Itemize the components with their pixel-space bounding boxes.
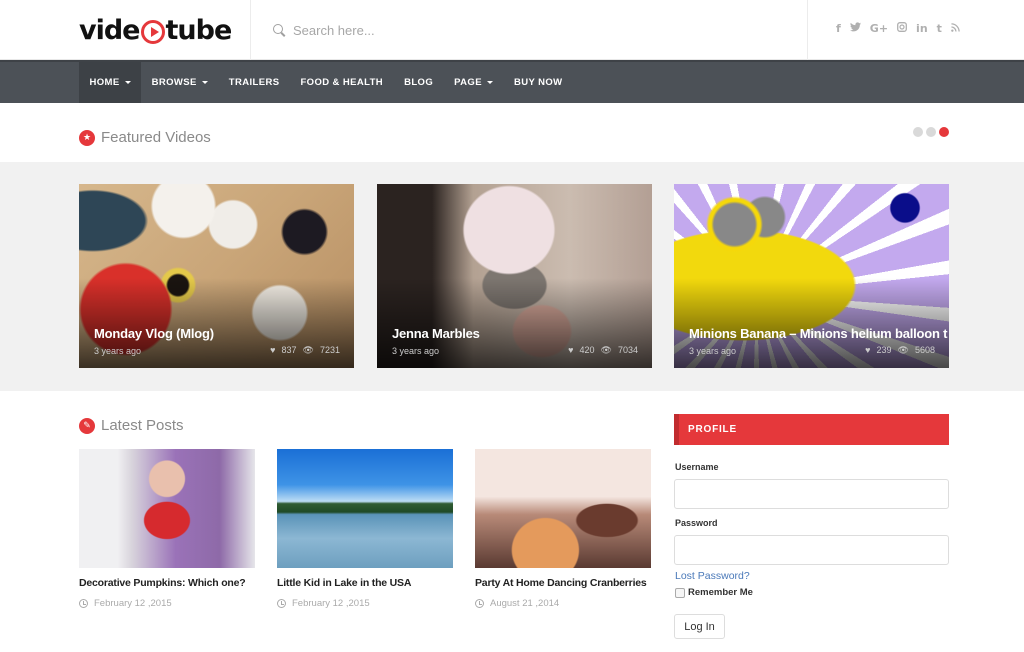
remember-me: Remember Me <box>675 587 753 598</box>
heart-icon: ♥ <box>568 345 574 355</box>
search-input[interactable] <box>293 22 773 38</box>
instagram-icon[interactable] <box>897 22 907 35</box>
post-date: February 12 ,2015 <box>79 598 255 609</box>
post-item[interactable]: Little Kid in Lake in the USA February 1… <box>277 449 453 609</box>
caret-down-icon <box>486 81 493 84</box>
latest-posts-heading: ✎ Latest Posts <box>79 417 184 434</box>
nav-item-food-health[interactable]: FOOD & HEALTH <box>290 62 394 103</box>
nav-label: FOOD & HEALTH <box>300 77 384 88</box>
video-card[interactable]: Minions Banana – Minions helium balloon … <box>674 184 949 368</box>
search-icon <box>273 23 286 37</box>
caret-down-icon <box>124 81 131 84</box>
like-count: 239 <box>876 345 892 355</box>
video-stats: ♥ 239 👁 5608 <box>865 345 935 356</box>
social-links: f G+ in t <box>836 22 960 35</box>
nav-label: TRAILERS <box>228 77 280 88</box>
video-card[interactable]: Monday Vlog (Mlog) 3 years ago ♥ 837 👁 723… <box>79 184 354 368</box>
slider-dot-3[interactable] <box>939 127 949 137</box>
password-input[interactable] <box>674 535 949 565</box>
nav-label: BUY NOW <box>513 77 563 88</box>
heart-icon: ♥ <box>270 345 276 355</box>
like-count: 420 <box>579 345 595 355</box>
tumblr-icon[interactable]: t <box>937 22 942 35</box>
nav-item-trailers[interactable]: TRAILERS <box>218 62 290 103</box>
nav-item-page[interactable]: PAGE <box>444 62 504 103</box>
like-count: 837 <box>281 345 297 355</box>
lost-password-link[interactable]: Lost Password? <box>675 570 750 582</box>
video-stats: ♥ 420 👁 7034 <box>568 345 638 356</box>
slider-dot-1[interactable] <box>913 127 923 137</box>
google-plus-icon[interactable]: G+ <box>870 22 888 35</box>
nav-item-blog[interactable]: BLOG <box>394 62 444 103</box>
logo-text-right: tube <box>165 14 233 46</box>
nav-item-buy-now[interactable]: BUY NOW <box>503 62 573 103</box>
nav-item-browse[interactable]: BROWSE <box>141 62 218 103</box>
twitter-icon[interactable] <box>849 22 861 35</box>
profile-heading-text: PROFILE <box>688 424 737 435</box>
username-label: Username <box>675 462 719 472</box>
pencil-icon: ✎ <box>79 417 95 434</box>
rss-icon[interactable] <box>951 22 960 35</box>
username-input[interactable] <box>674 479 949 509</box>
post-date-text: February 12 ,2015 <box>94 598 172 609</box>
facebook-icon[interactable]: f <box>836 22 841 35</box>
post-date: August 21 ,2014 <box>475 598 651 609</box>
video-age: 3 years ago <box>689 346 737 356</box>
logo-text-left: vide <box>79 14 140 46</box>
post-thumbnail[interactable] <box>79 449 255 568</box>
post-date: February 12 ,2015 <box>277 598 453 609</box>
slider-dot-2[interactable] <box>926 127 936 137</box>
post-date-text: August 21 ,2014 <box>490 598 560 609</box>
view-count: 7231 <box>319 345 340 355</box>
site-header: vide tube f G+ in t <box>0 0 1024 60</box>
nav-item-home[interactable]: HOME <box>79 62 142 103</box>
password-label: Password <box>675 518 718 528</box>
video-card[interactable]: Jenna Marbles 3 years ago ♥ 420 👁 7034 <box>377 184 652 368</box>
post-title[interactable]: Little Kid in Lake in the USA <box>277 577 453 589</box>
slider-pagination <box>913 127 949 137</box>
linkedin-icon[interactable]: in <box>916 22 928 35</box>
video-age: 3 years ago <box>94 346 142 356</box>
video-title[interactable]: Jenna Marbles <box>392 326 480 341</box>
profile-widget-heading: PROFILE <box>674 414 949 445</box>
main-nav: HOME BROWSE TRAILERS FOOD & HEALTH BLOG … <box>0 60 1024 103</box>
post-title[interactable]: Party At Home Dancing Cranberries <box>475 577 651 589</box>
featured-title-text: Featured Videos <box>101 129 211 146</box>
heart-icon: ♥ <box>865 345 871 355</box>
clock-icon <box>277 599 286 608</box>
clock-icon <box>475 599 484 608</box>
video-title[interactable]: Monday Vlog (Mlog) <box>94 326 214 341</box>
nav-label: HOME <box>89 77 120 88</box>
remember-me-checkbox[interactable] <box>675 587 685 598</box>
eye-icon: 👁 <box>600 345 612 355</box>
nav-label: BROWSE <box>151 77 197 88</box>
post-thumbnail[interactable] <box>475 449 651 568</box>
play-icon <box>140 19 165 44</box>
post-item[interactable]: Decorative Pumpkins: Which one? February… <box>79 449 255 609</box>
video-age: 3 years ago <box>392 346 440 356</box>
login-button[interactable]: Log In <box>674 614 725 639</box>
featured-videos-section: Monday Vlog (Mlog) 3 years ago ♥ 837 👁 723… <box>0 162 1024 391</box>
view-count: 7034 <box>617 345 638 355</box>
clock-icon <box>79 599 88 608</box>
latest-title-text: Latest Posts <box>101 417 184 434</box>
star-icon: ★ <box>79 129 95 146</box>
post-date-text: February 12 ,2015 <box>292 598 370 609</box>
site-logo[interactable]: vide tube <box>79 13 233 47</box>
search-bar <box>250 0 808 60</box>
view-count: 5608 <box>914 345 935 355</box>
post-thumbnail[interactable] <box>277 449 453 568</box>
video-stats: ♥ 837 👁 7231 <box>270 345 340 356</box>
featured-videos-heading: ★ Featured Videos <box>79 129 211 146</box>
remember-me-label[interactable]: Remember Me <box>688 587 753 598</box>
eye-icon: 👁 <box>302 345 314 355</box>
video-title[interactable]: Minions Banana – Minions helium balloon … <box>689 326 948 341</box>
nav-label: BLOG <box>404 77 434 88</box>
nav-label: PAGE <box>454 77 482 88</box>
caret-down-icon <box>201 81 208 84</box>
eye-icon: 👁 <box>897 345 909 355</box>
post-item[interactable]: Party At Home Dancing Cranberries August… <box>475 449 651 609</box>
post-title[interactable]: Decorative Pumpkins: Which one? <box>79 577 255 589</box>
